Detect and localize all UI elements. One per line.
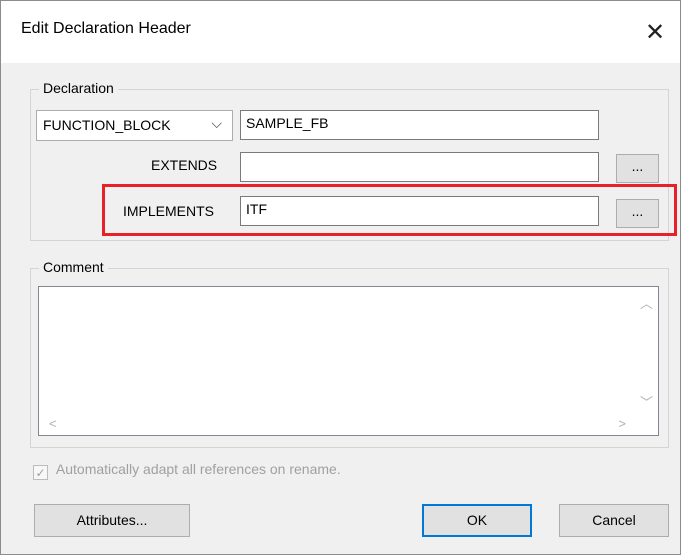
checkmark-icon: ✓ — [35, 466, 46, 480]
declaration-name-input[interactable]: SAMPLE_FB — [240, 110, 599, 140]
comment-horizontal-scrollbar[interactable]: < > — [39, 413, 658, 435]
comment-textarea[interactable]: ︿ ﹀ < > — [38, 286, 659, 436]
chevron-down-icon: ⌵ — [211, 115, 222, 131]
extends-browse-button[interactable]: ... — [616, 154, 659, 183]
cancel-button[interactable]: Cancel — [559, 504, 669, 537]
close-icon: ✕ — [644, 18, 666, 46]
close-button[interactable]: ✕ — [630, 1, 680, 63]
ok-button[interactable]: OK — [422, 504, 532, 537]
adapt-references-option[interactable]: ✓ Automatically adapt all references on … — [33, 461, 341, 480]
extends-input[interactable] — [240, 152, 599, 182]
comment-vertical-scrollbar[interactable]: ︿ ﹀ — [636, 287, 658, 413]
edit-declaration-header-dialog: Edit Declaration Header ✕ Declaration FU… — [0, 0, 681, 555]
declaration-kind-dropdown[interactable]: FUNCTION_BLOCK ⌵ — [36, 110, 233, 141]
scroll-left-icon[interactable]: < — [49, 416, 57, 431]
scroll-right-icon[interactable]: > — [618, 416, 626, 431]
title-bar: Edit Declaration Header ✕ — [1, 1, 680, 63]
scroll-down-icon[interactable]: ﹀ — [640, 392, 653, 411]
declaration-legend: Declaration — [39, 80, 118, 96]
comment-legend: Comment — [39, 259, 108, 275]
adapt-references-checkbox[interactable]: ✓ — [33, 465, 48, 480]
adapt-references-label: Automatically adapt all references on re… — [55, 461, 341, 477]
scroll-up-icon[interactable]: ︿ — [640, 293, 653, 312]
attributes-button[interactable]: Attributes... — [34, 504, 190, 537]
extends-label: EXTENDS — [151, 157, 218, 173]
declaration-kind-value: FUNCTION_BLOCK — [43, 117, 171, 133]
dialog-title: Edit Declaration Header — [21, 20, 191, 37]
implements-highlight-box — [102, 184, 677, 236]
